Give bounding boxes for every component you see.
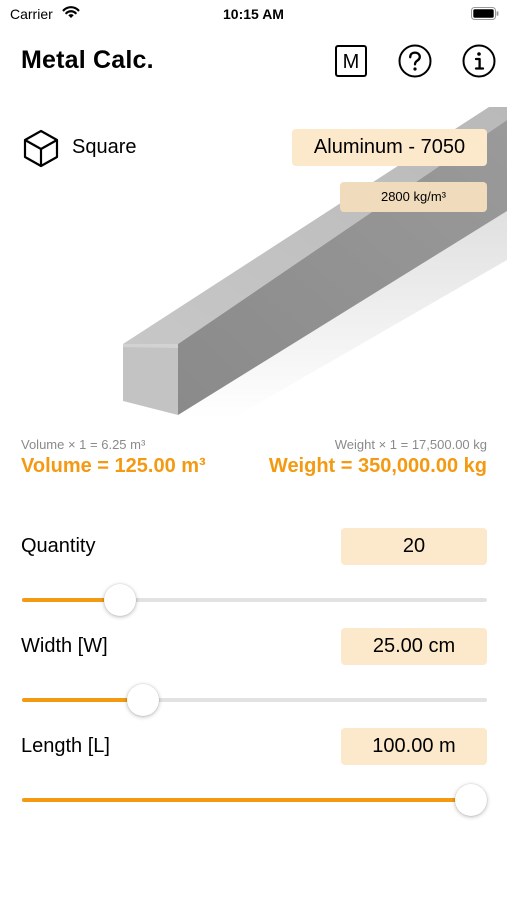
info-icon bbox=[462, 44, 496, 78]
volume-per-unit: Volume × 1 = 6.25 m³ bbox=[21, 437, 146, 452]
density-badge: 2800 kg/m³ bbox=[340, 182, 487, 212]
volume-total: Volume = 125.00 m³ bbox=[21, 455, 206, 477]
info-button[interactable] bbox=[462, 44, 496, 78]
length-field[interactable]: 100.00 m bbox=[341, 728, 487, 765]
width-field[interactable]: 25.00 cm bbox=[341, 628, 487, 665]
quantity-field[interactable]: 20 bbox=[341, 528, 487, 565]
length-slider[interactable] bbox=[22, 782, 487, 818]
material-select[interactable]: Aluminum - 7050 bbox=[292, 129, 487, 166]
battery-icon bbox=[471, 7, 499, 20]
length-label: Length [L] bbox=[21, 735, 110, 757]
slider-thumb[interactable] bbox=[103, 584, 136, 616]
width-label: Width [W] bbox=[21, 635, 108, 657]
slider-fill bbox=[22, 698, 143, 702]
status-time: 10:15 AM bbox=[223, 6, 284, 22]
weight-per-unit: Weight × 1 = 17,500.00 kg bbox=[334, 437, 487, 452]
width-slider[interactable] bbox=[22, 682, 487, 718]
cube-icon[interactable] bbox=[22, 128, 60, 168]
slider-thumb[interactable] bbox=[455, 784, 487, 816]
quantity-label: Quantity bbox=[21, 535, 96, 557]
shape-label[interactable]: Square bbox=[72, 136, 137, 159]
units-m-icon: M bbox=[335, 45, 367, 77]
units-button[interactable]: M bbox=[334, 44, 368, 78]
question-icon bbox=[398, 44, 432, 78]
page-title: Metal Calc. bbox=[21, 46, 154, 74]
weight-total: Weight = 350,000.00 kg bbox=[268, 455, 487, 477]
slider-fill bbox=[22, 798, 487, 802]
status-bar: Carrier 10:15 AM bbox=[0, 0, 507, 28]
help-button[interactable] bbox=[398, 44, 432, 78]
units-button-label: M bbox=[343, 51, 360, 73]
quantity-slider[interactable] bbox=[22, 582, 487, 618]
slider-thumb[interactable] bbox=[126, 684, 159, 716]
